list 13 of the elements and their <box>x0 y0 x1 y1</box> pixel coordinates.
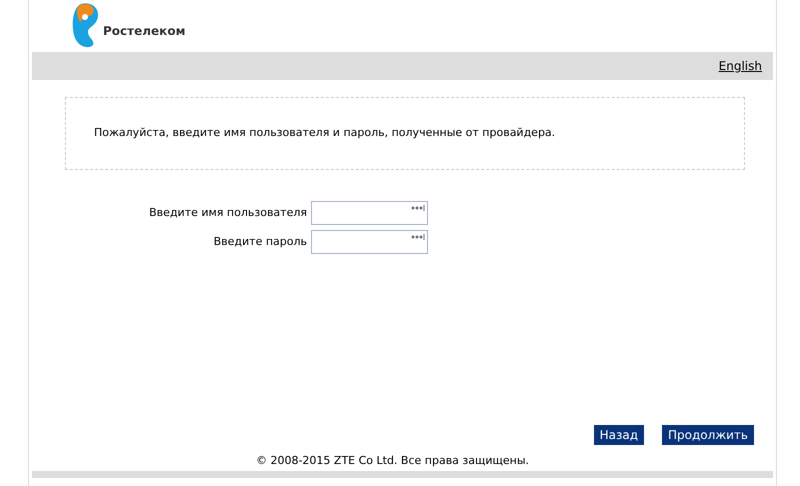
field-label: Введите пароль <box>212 234 308 250</box>
instruction-text: Пожалуйста, введите имя пользователя и пароль, полученные от провайдера. <box>94 125 556 142</box>
logo-text: Ростелеком <box>103 23 186 40</box>
field-label: Введите имя пользователя <box>148 204 308 221</box>
logo-icon <box>71 2 101 48</box>
password-field[interactable] <box>311 230 428 254</box>
password-manager-icon[interactable] <box>411 205 425 211</box>
username-field[interactable] <box>311 201 428 225</box>
back-button[interactable]: Назад <box>594 425 644 445</box>
language-link[interactable]: English <box>718 57 762 75</box>
password-manager-icon[interactable] <box>411 234 425 240</box>
continue-button[interactable]: Продолжить <box>662 425 754 445</box>
copyright-text: © 2008-2015 ZTE Co Ltd. Все права защищены. <box>256 453 530 469</box>
